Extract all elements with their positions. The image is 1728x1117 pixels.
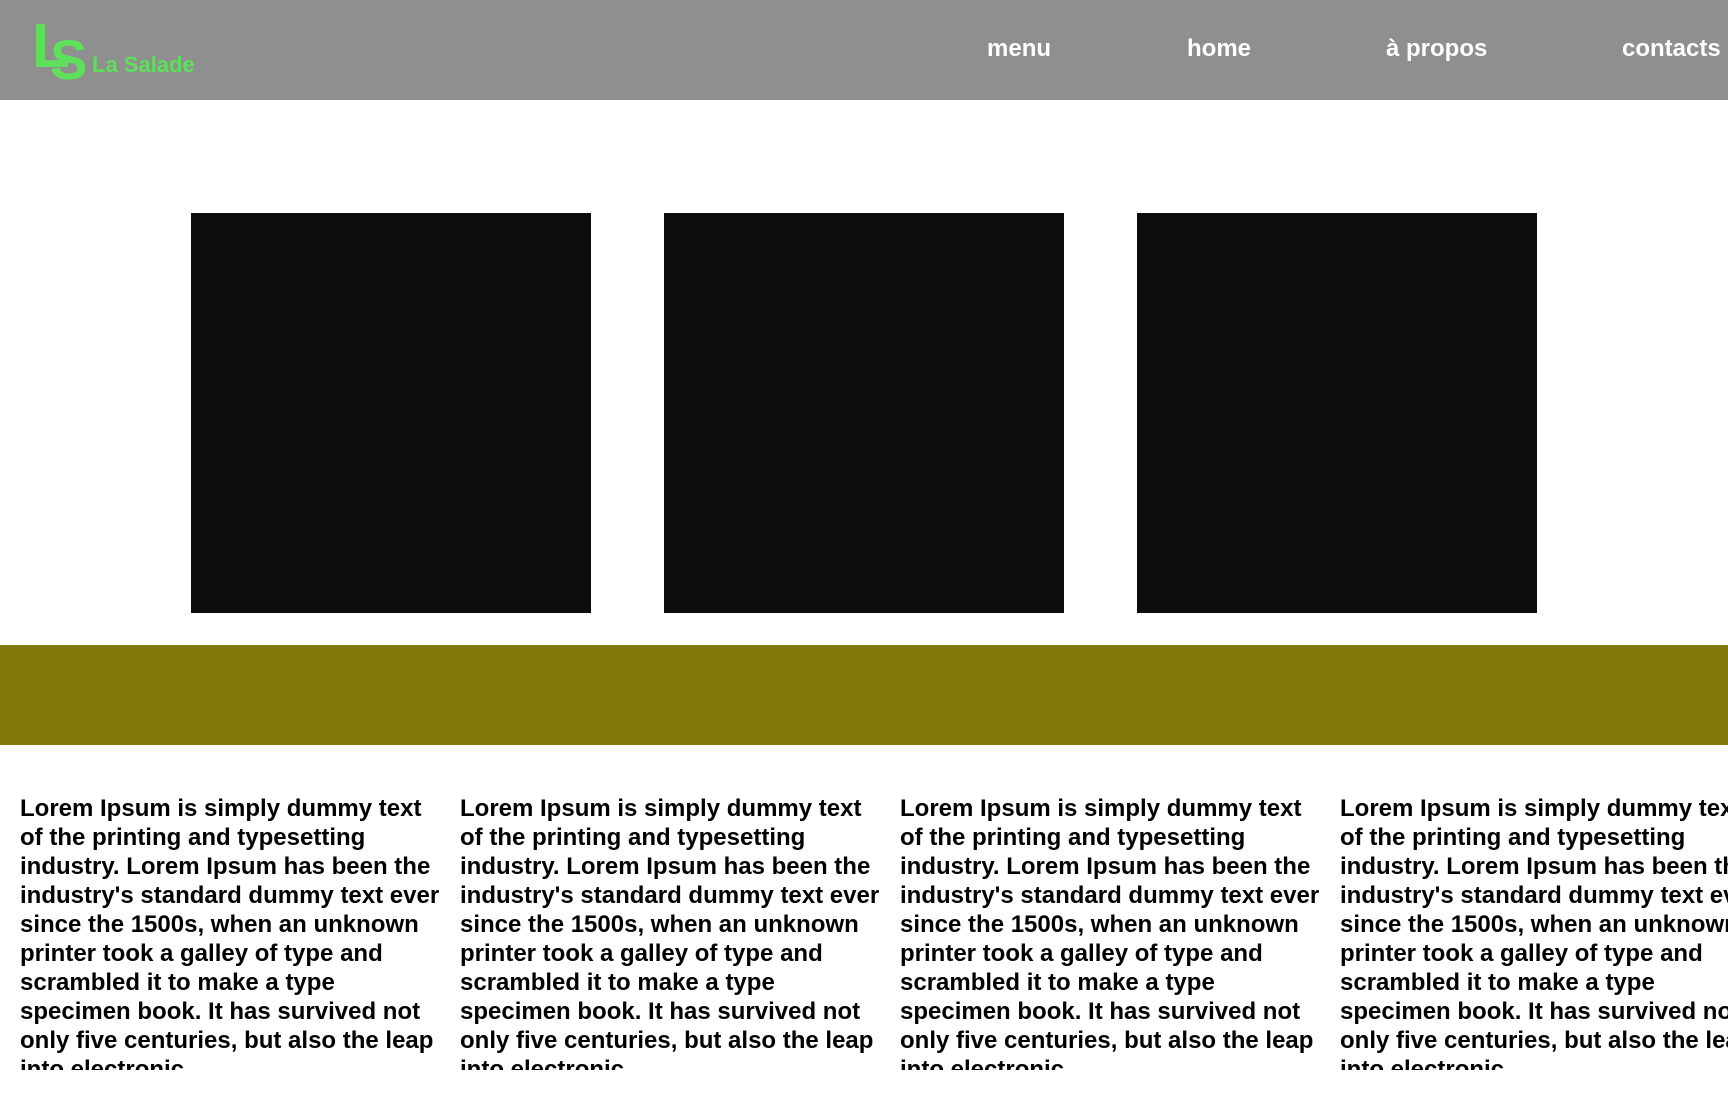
color-banner xyxy=(0,645,1728,745)
text-column-3: Lorem Ipsum is simply dummy text of the … xyxy=(900,795,1320,1070)
nav-link-contacts[interactable]: contacts xyxy=(1622,35,1721,63)
nav-link-about[interactable]: à propos xyxy=(1386,35,1487,63)
gallery-image-2 xyxy=(664,213,1064,613)
nav-link-home[interactable]: home xyxy=(1187,35,1251,63)
image-gallery xyxy=(0,213,1728,613)
site-header: L S La Salade menu home à propos contact… xyxy=(0,0,1728,100)
gallery-image-3 xyxy=(1137,213,1537,613)
text-columns: Lorem Ipsum is simply dummy text of the … xyxy=(20,770,1728,1070)
text-column-2: Lorem Ipsum is simply dummy text of the … xyxy=(460,795,880,1070)
text-column-1: Lorem Ipsum is simply dummy text of the … xyxy=(20,795,440,1070)
main-nav: menu home à propos contacts xyxy=(0,0,1728,100)
text-column-4: Lorem Ipsum is simply dummy text of the … xyxy=(1340,795,1728,1070)
gallery-image-1 xyxy=(191,213,591,613)
nav-link-menu[interactable]: menu xyxy=(987,35,1051,63)
